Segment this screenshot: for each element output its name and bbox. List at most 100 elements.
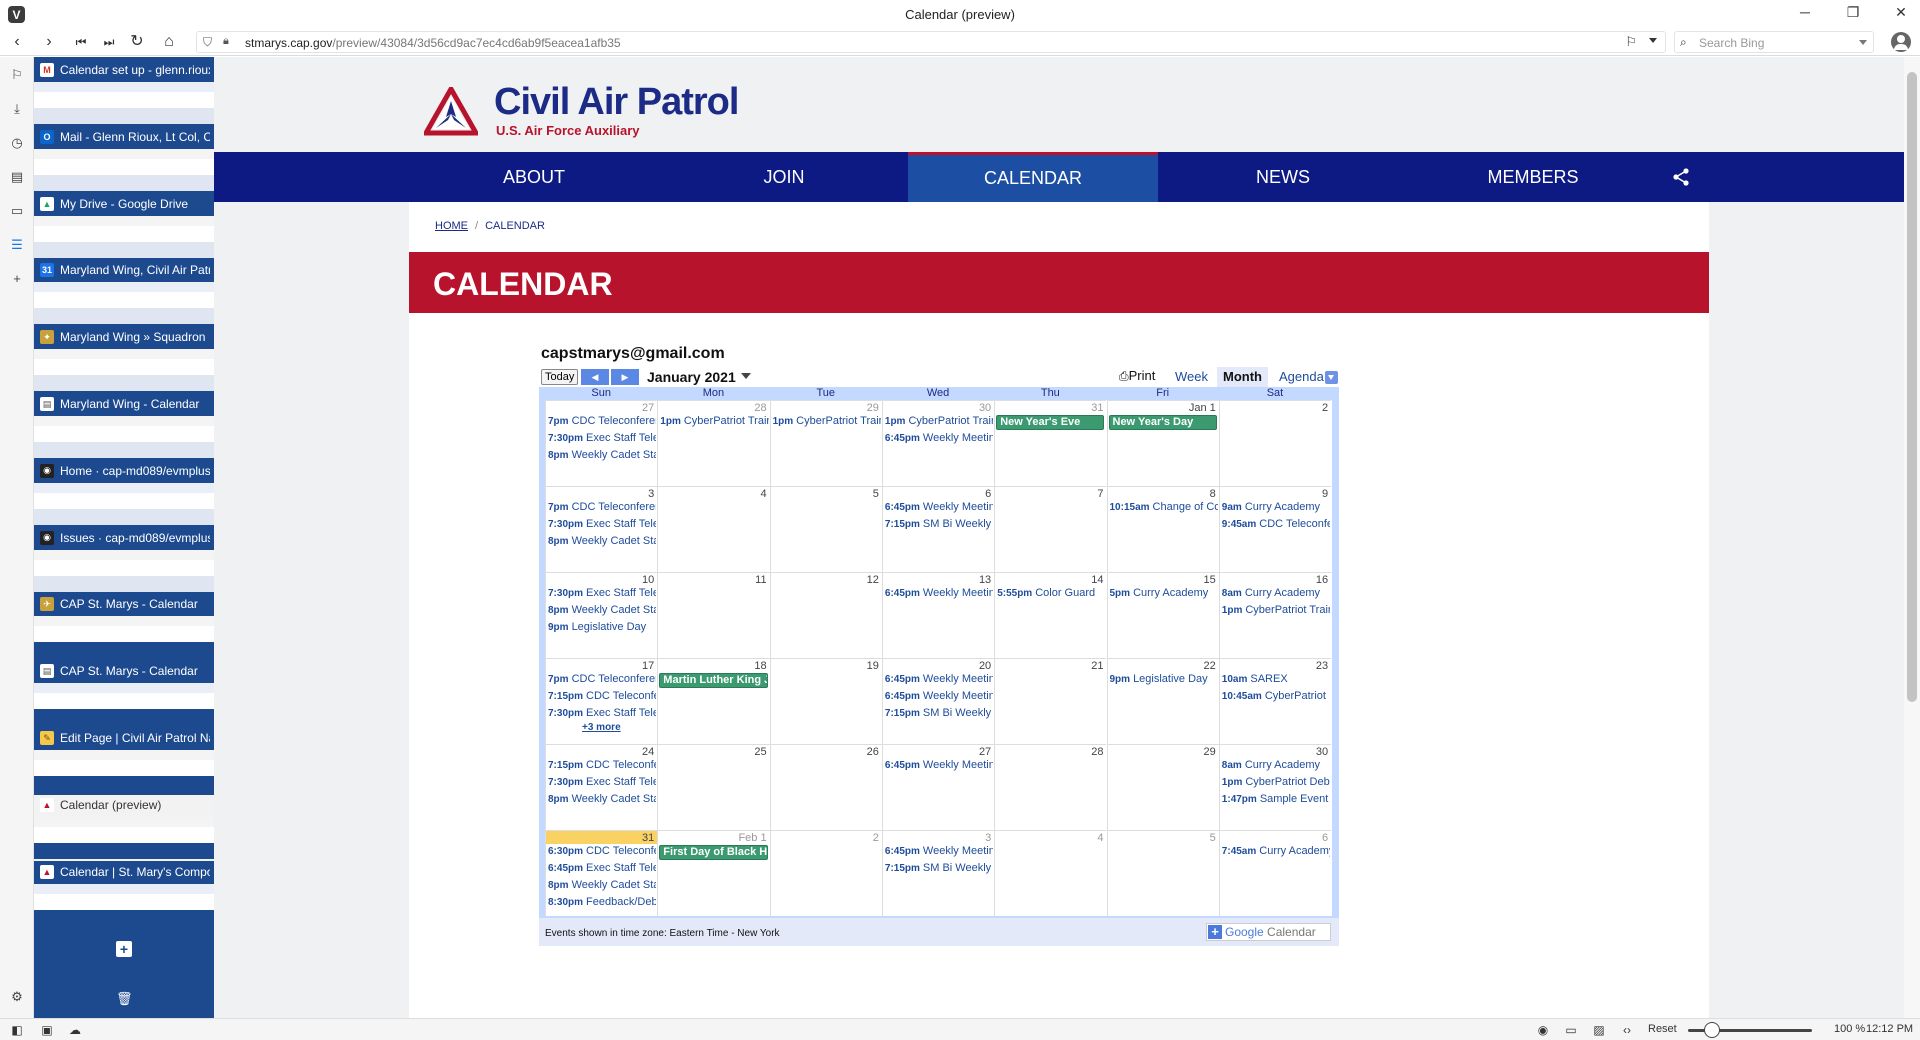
day-number[interactable]: 22: [1204, 660, 1216, 672]
page-actions-icon[interactable]: ‹›: [1620, 1023, 1634, 1037]
rewind-icon[interactable]: ⏮: [70, 32, 92, 52]
calendar-event[interactable]: 6:45pm Weekly Meeting: [885, 845, 993, 857]
forward-icon[interactable]: ›: [38, 32, 60, 52]
calendar-event[interactable]: 8:30pmFeedback/Debrief: [548, 896, 656, 908]
day-cell[interactable]: 25: [657, 744, 770, 830]
trash-icon[interactable]: 🗑︎: [116, 991, 133, 1007]
next-month-button[interactable]: ▶: [611, 369, 639, 385]
panel-toggle-icon[interactable]: ◧: [10, 1023, 24, 1037]
more-events-link[interactable]: +3 more: [582, 722, 621, 733]
calendar-event[interactable]: 7:45am Curry Academy: [1222, 845, 1330, 857]
tiling-icon[interactable]: ▭: [1564, 1023, 1578, 1037]
calendar-event[interactable]: 9pm Legislative Day: [1110, 673, 1218, 685]
calendar-event[interactable]: 8pm Weekly Cadet Staff: [548, 879, 656, 891]
day-number[interactable]: 2: [1322, 402, 1328, 414]
downloads-panel-icon[interactable]: ⤓: [9, 101, 25, 117]
day-cell[interactable]: Feb 1First Day of Black History Month: [657, 830, 770, 916]
day-cell[interactable]: 107:30pmExec Staff Teleconference8pmWeek…: [545, 572, 658, 658]
day-number[interactable]: 9: [1322, 488, 1328, 500]
calendar-event[interactable]: 8pm Weekly Cadet Staff: [548, 535, 656, 547]
day-cell[interactable]: 177pmCDC Teleconference7:15pmCDC Telecon…: [545, 658, 658, 744]
bookmarks-panel-icon[interactable]: ⚐: [9, 67, 25, 83]
nav-calendar[interactable]: CALENDAR: [908, 152, 1158, 202]
tab-12[interactable]: ▲ Calendar | St. Mary's Composite: [34, 862, 214, 928]
calendar-event[interactable]: 6:45pm Weekly Meeting: [885, 432, 993, 444]
calendar-event[interactable]: 7:15pmCDC Teleconference: [548, 759, 656, 771]
day-cell[interactable]: 5: [1106, 830, 1219, 916]
calendar-event[interactable]: 7pmCDC Teleconference: [548, 673, 656, 685]
day-number[interactable]: 17: [642, 660, 654, 672]
day-cell[interactable]: 12: [769, 572, 882, 658]
day-number[interactable]: 3: [985, 832, 991, 844]
day-number[interactable]: 27: [979, 746, 991, 758]
day-cell[interactable]: 3 6:45pm Weekly Meeting 7:15pm SM Bi Weekly: [881, 830, 995, 916]
day-number[interactable]: 13: [979, 574, 991, 586]
day-cell[interactable]: 4: [657, 486, 770, 572]
day-cell[interactable]: 26: [769, 744, 882, 830]
day-cell[interactable]: 15 5pm Curry Academy: [1106, 572, 1219, 658]
day-number[interactable]: 30: [979, 402, 991, 414]
share-icon[interactable]: [1672, 168, 1690, 186]
day-cell[interactable]: 27 6:45pm Weekly Meeting: [881, 744, 995, 830]
tab-11[interactable]: ▲ Calendar (preview): [34, 794, 214, 861]
nav-members[interactable]: MEMBERS: [1408, 152, 1658, 202]
profile-avatar-icon[interactable]: [1891, 32, 1911, 52]
day-number[interactable]: 3: [648, 488, 654, 500]
day-number[interactable]: 25: [754, 746, 766, 758]
day-cell[interactable]: 13 6:45pm Weekly Meeting: [881, 572, 995, 658]
breadcrumb-home[interactable]: HOME: [435, 220, 468, 232]
calendar-event[interactable]: 8pm Weekly Cadet Staff: [548, 793, 656, 805]
day-cell[interactable]: 4: [994, 830, 1107, 916]
day-cell[interactable]: 21: [994, 658, 1107, 744]
zoom-reset[interactable]: Reset: [1648, 1023, 1677, 1035]
today-button[interactable]: Today: [541, 369, 579, 385]
day-cell[interactable]: 99amCurry Academy9:45amCDC Teleconferenc…: [1218, 486, 1332, 572]
day-number[interactable]: 5: [873, 488, 879, 500]
calendar-event[interactable]: 1pmCyberPatriot Training: [1222, 604, 1330, 616]
tab-1[interactable]: O Mail - Glenn Rioux, Lt Col, CAP: [34, 127, 214, 193]
fast-forward-icon[interactable]: ⏭: [98, 32, 120, 52]
cloud-sync-icon[interactable]: ☁: [68, 1023, 82, 1037]
day-number[interactable]: 10: [642, 574, 654, 586]
day-number[interactable]: 11: [755, 574, 766, 586]
view-agenda-tab[interactable]: Agenda: [1273, 367, 1330, 387]
calendar-event[interactable]: 5pm Curry Academy: [1110, 587, 1218, 599]
day-cell[interactable]: Jan 1 New Year's Day: [1106, 400, 1219, 486]
tile-tabs-icon[interactable]: ▣: [40, 1023, 54, 1037]
calendar-event[interactable]: 1pmCyberPatriot Training: [885, 415, 993, 427]
calendar-event[interactable]: 7:30pmExec Staff Teleconference: [548, 518, 656, 530]
day-number[interactable]: 27: [642, 402, 654, 414]
tab-2[interactable]: ▲ My Drive - Google Drive: [34, 194, 214, 260]
day-number[interactable]: 15: [1204, 574, 1216, 586]
day-cell[interactable]: 5: [769, 486, 882, 572]
calendar-event[interactable]: 6:45pm Weekly Meeting: [885, 759, 993, 771]
calendar-event[interactable]: 10:15amChange of Command: [1110, 501, 1218, 513]
google-calendar-button[interactable]: + Google Calendar: [1206, 923, 1331, 941]
day-cell[interactable]: 18Martin Luther King Jr. Day: [657, 658, 770, 744]
calendar-event[interactable]: 9:45amCDC Teleconference: [1222, 518, 1330, 530]
day-cell[interactable]: 2: [769, 830, 882, 916]
calendar-event[interactable]: 6:45pmExec Staff Teleconference: [548, 862, 656, 874]
calendar-event[interactable]: 5:55pm Color Guard: [997, 587, 1105, 599]
all-day-event[interactable]: New Year's Day: [1108, 415, 1217, 430]
tab-8[interactable]: ✈ CAP St. Marys - Calendar: [34, 594, 214, 660]
calendar-event[interactable]: 7:30pmExec Staff Teleconference: [548, 432, 656, 444]
day-cell[interactable]: 29: [1106, 744, 1219, 830]
calendar-event[interactable]: 6:30pmCDC Teleconference: [548, 845, 656, 857]
day-number[interactable]: 12: [867, 574, 879, 586]
cap-logo-icon[interactable]: [424, 87, 478, 137]
day-number[interactable]: 6: [985, 488, 991, 500]
calendar-event[interactable]: 8pm Weekly Cadet Staff: [548, 604, 656, 616]
day-cell[interactable]: 247:15pmCDC Teleconference7:30pmExec Sta…: [545, 744, 658, 830]
calendar-event[interactable]: 7:30pmExec Staff Teleconference: [548, 776, 656, 788]
day-cell[interactable]: 7: [994, 486, 1107, 572]
day-number[interactable]: Jan 1: [1189, 402, 1216, 414]
view-week-tab[interactable]: Week: [1169, 367, 1214, 387]
back-icon[interactable]: ‹: [6, 32, 28, 52]
new-tab-icon[interactable]: +: [116, 941, 132, 957]
calendar-event[interactable]: 8am Curry Academy: [1222, 587, 1330, 599]
day-number[interactable]: 6: [1322, 832, 1328, 844]
calendar-event[interactable]: 7:30pmExec Staff Teleconference: [548, 707, 656, 719]
day-cell[interactable]: 28: [994, 744, 1107, 830]
reload-icon[interactable]: ↻: [126, 32, 148, 52]
